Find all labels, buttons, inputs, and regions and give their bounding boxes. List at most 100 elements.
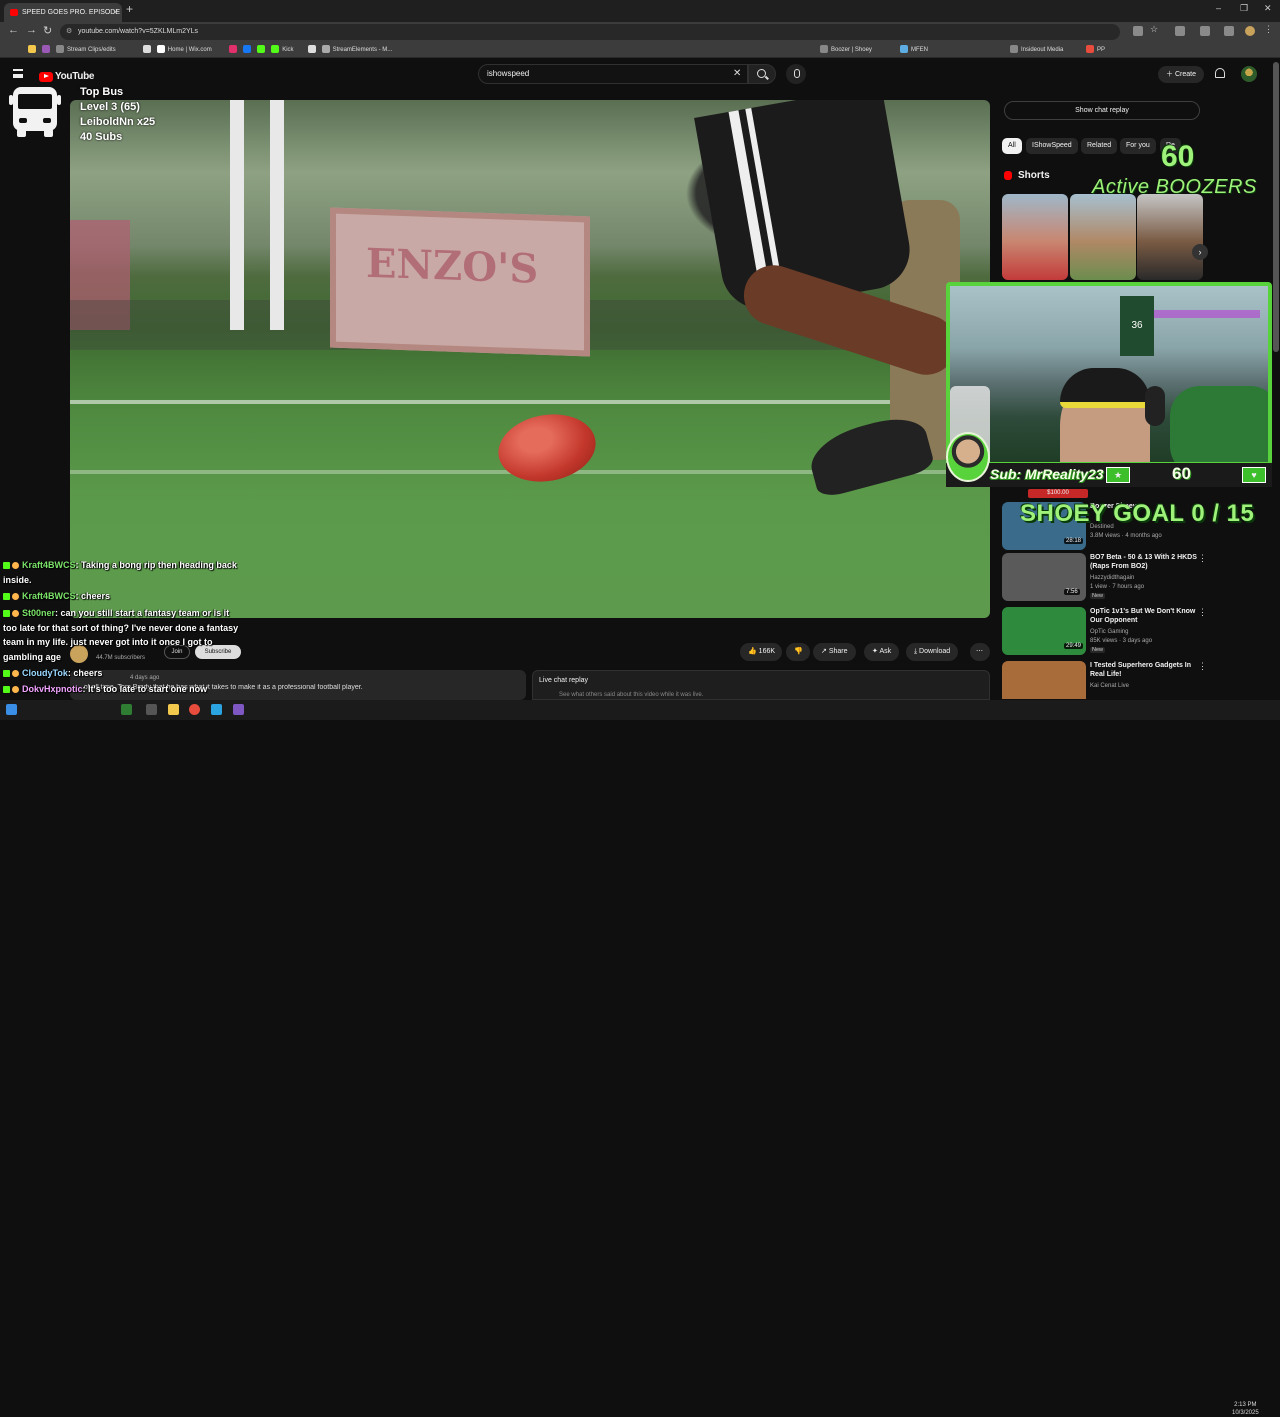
menu-icon[interactable]: ⋮ xyxy=(1264,24,1274,34)
start-icon[interactable] xyxy=(6,704,17,715)
account-avatar[interactable] xyxy=(1241,66,1257,82)
bookmark-item[interactable]: Home | Wix.com xyxy=(156,44,212,56)
folder-icon[interactable] xyxy=(168,704,179,715)
shoey-goal: SHOEY GOAL 0 / 15 xyxy=(1020,500,1255,527)
shorts-next-icon[interactable]: › xyxy=(1192,244,1208,260)
video-sign-text: ENZO'S xyxy=(366,239,539,293)
more-options-icon[interactable]: ⋮ xyxy=(1198,661,1207,672)
download-button[interactable]: ⤓ Download xyxy=(906,643,959,661)
like-button[interactable]: 👍 166K xyxy=(740,643,782,661)
site-info-icon[interactable]: ⚙ xyxy=(66,24,72,40)
football xyxy=(493,406,601,490)
create-button[interactable]: ＋ Create xyxy=(1158,66,1204,83)
voice-search-icon[interactable] xyxy=(786,64,806,84)
dislike-button[interactable]: 👎 xyxy=(786,643,810,661)
live-chat-title: Live chat replay xyxy=(539,677,589,684)
short-thumbnail[interactable] xyxy=(1137,194,1203,280)
short-thumbnail[interactable] xyxy=(1002,194,1068,280)
bookmark-item[interactable]: MFEN xyxy=(900,44,928,56)
bookmark-item[interactable]: StreamElements - M... xyxy=(321,44,392,56)
more-actions-icon[interactable]: ⋯ xyxy=(970,643,990,661)
tab-active[interactable]: SPEED GOES PRO. EPISODE × xyxy=(4,3,122,22)
minimize-icon[interactable]: – xyxy=(1216,3,1221,13)
share-label: Share xyxy=(828,648,848,655)
taskbar-app-icon[interactable] xyxy=(233,704,244,715)
live-chat-replay-panel[interactable]: Live chat replay See what others said ab… xyxy=(532,670,990,700)
bookmark-label: Stream Clips/edits xyxy=(67,47,116,53)
tab-title: SPEED GOES PRO. EPISODE xyxy=(22,9,121,16)
chat-message: St00ner: can you still start a fantasy t… xyxy=(3,606,243,664)
bookmark-label: Kick xyxy=(282,47,294,53)
share-button[interactable]: ↗ Share xyxy=(813,643,856,661)
create-label: Create xyxy=(1174,71,1196,78)
bookmark-favicon-icon xyxy=(156,45,165,54)
reload-icon[interactable]: ↻ xyxy=(43,24,52,37)
close-tab-icon[interactable]: × xyxy=(113,3,118,22)
bookmark-item[interactable]: PP xyxy=(1086,44,1105,56)
search-button[interactable] xyxy=(748,64,776,84)
recommendation-item[interactable]: 29:49 OpTic 1v1's But We Don't Know Our … xyxy=(1002,607,1208,657)
taskbar-app-icon[interactable] xyxy=(211,704,222,715)
chat-badge-icon xyxy=(12,670,19,678)
bookmark-item[interactable]: Stream Clips/edits xyxy=(56,44,116,56)
player-shoe xyxy=(804,410,936,500)
url-input[interactable]: ⚙ youtube.com/watch?v=5ZKLMLm2YLs xyxy=(60,24,1120,40)
system-clock[interactable]: 2:13 PM 10/3/2025 xyxy=(1232,1401,1259,1417)
downloads-icon[interactable] xyxy=(1224,26,1234,36)
bookmark-favicon-icon xyxy=(321,45,330,54)
bookmark-item[interactable] xyxy=(229,44,240,56)
recommendation-item[interactable]: 7:56 BO7 Beta - 50 & 13 With 2 HKDS (Rap… xyxy=(1002,553,1208,603)
profile-avatar[interactable] xyxy=(1245,26,1255,36)
forward-icon[interactable]: → xyxy=(26,24,37,36)
notifications-bell-icon[interactable] xyxy=(1215,68,1225,78)
streamer-cap xyxy=(1060,368,1150,408)
field-line xyxy=(70,400,990,404)
live-chat-subtitle: See what others said about this video wh… xyxy=(559,692,704,698)
page-scrollbar[interactable] xyxy=(1273,62,1279,352)
bookmark-item[interactable] xyxy=(28,44,39,56)
dislike-icon: 👎 xyxy=(794,648,803,655)
new-tab-icon[interactable]: + xyxy=(126,2,133,16)
search-input[interactable]: ishowspeed xyxy=(478,64,748,84)
sidepanel-icon[interactable] xyxy=(1200,26,1210,36)
recommendation-item[interactable]: I Tested Superhero Gadgets In Real Life!… xyxy=(1002,661,1208,699)
bookmark-item[interactable] xyxy=(42,44,53,56)
bookmark-item[interactable] xyxy=(307,44,319,56)
chip-all[interactable]: All xyxy=(1002,138,1022,154)
clear-search-icon[interactable]: ✕ xyxy=(733,68,741,79)
more-options-icon[interactable]: ⋮ xyxy=(1198,553,1207,564)
taskbar: 2:13 PM 10/3/2025 xyxy=(0,700,1280,1416)
ask-button[interactable]: ✦ Ask xyxy=(864,643,900,661)
chat-username: DokvHxpnotic xyxy=(22,684,83,694)
bookmark-item[interactable] xyxy=(243,44,254,56)
back-icon[interactable]: ← xyxy=(8,24,19,36)
video-player[interactable]: ENZO'S xyxy=(70,100,990,618)
star-icon[interactable]: ☆ xyxy=(1150,24,1160,34)
clock-time: 2:13 PM xyxy=(1234,1402,1257,1408)
chip-label: All xyxy=(1008,142,1016,149)
chip-ishowspeed[interactable]: IShowSpeed xyxy=(1026,138,1078,154)
youtube-logo[interactable]: YouTube xyxy=(37,68,95,82)
taskbar-app-icon[interactable] xyxy=(121,704,132,715)
cast-icon[interactable] xyxy=(1133,26,1143,36)
hamburger-menu-icon[interactable] xyxy=(13,69,23,78)
bookmark-item[interactable] xyxy=(142,44,154,56)
bookmark-item[interactable] xyxy=(257,44,268,56)
chip-for-you[interactable]: For you xyxy=(1120,138,1156,154)
bookmark-item[interactable]: Kick xyxy=(271,44,294,56)
subscriber-avatar xyxy=(946,432,990,482)
recommendation-title: I Tested Superhero Gadgets In Real Life! xyxy=(1090,662,1192,678)
more-options-icon[interactable]: ⋮ xyxy=(1198,607,1207,618)
chrome-icon[interactable] xyxy=(189,704,200,715)
close-window-icon[interactable]: ✕ xyxy=(1264,3,1272,14)
maximize-icon[interactable]: ❐ xyxy=(1240,3,1248,14)
show-chat-replay-button[interactable]: Show chat replay xyxy=(1004,101,1200,120)
bookmark-item[interactable]: Insideout Media xyxy=(1010,44,1063,56)
taskbar-app-icon[interactable] xyxy=(146,704,157,715)
short-thumbnail[interactable] xyxy=(1070,194,1136,280)
goalpost xyxy=(270,100,284,330)
extensions-icon[interactable] xyxy=(1175,26,1185,36)
chip-related[interactable]: Related xyxy=(1081,138,1118,154)
chat-badge-icon xyxy=(12,593,19,601)
bookmark-item[interactable]: Boozer | Shoey xyxy=(820,44,872,56)
